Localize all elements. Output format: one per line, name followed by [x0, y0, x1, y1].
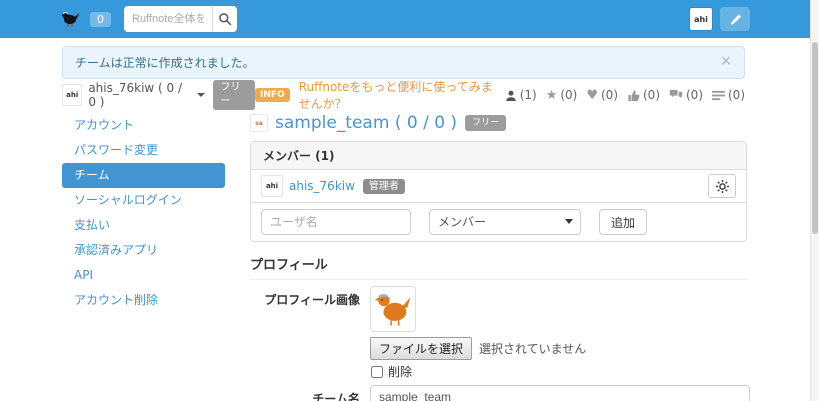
role-badge: 管理者	[363, 179, 405, 194]
star-icon: ★	[546, 89, 558, 102]
sidebar-item-password[interactable]: パスワード変更	[62, 138, 225, 163]
profile-image-preview	[370, 286, 416, 332]
content-columns: アカウント パスワード変更 チーム ソーシャルログイン 支払い 承認済みアプリ …	[62, 113, 819, 401]
delete-image-checkbox[interactable]	[371, 366, 383, 378]
user-avatar[interactable]: ahi	[690, 8, 712, 30]
profile-image-label: プロフィール画像	[250, 286, 360, 379]
team-name-row: チーム名 半角英数・ハイフン・アンダースコア・ピリオドで入力してください。(数字…	[250, 385, 747, 401]
add-member-button[interactable]: 追加	[599, 209, 647, 235]
profile-image-controls: ファイルを選択 選択されていません 削除	[370, 286, 586, 379]
likes-stat[interactable]: (0)	[627, 88, 660, 102]
delete-checkbox-row: 削除	[370, 364, 586, 379]
bird-logo-icon[interactable]	[60, 9, 82, 29]
add-member-row: メンバー 追加	[251, 202, 746, 241]
gear-icon	[716, 180, 729, 193]
search-button[interactable]	[212, 6, 237, 32]
scrollbar-thumb[interactable]	[812, 42, 818, 234]
team-plan-badge: フリー	[465, 115, 506, 131]
info-badge: INFO	[255, 88, 290, 102]
member-username-input[interactable]	[261, 209, 411, 235]
members-panel: メンバー (1) ahi ahis_76kiw 管理者	[250, 141, 747, 242]
hearts-stat[interactable]: ♥ (0)	[586, 88, 618, 102]
user-icon	[505, 89, 517, 102]
team-name-controls: 半角英数・ハイフン・アンダースコア・ピリオドで入力してください。(数字のみは不可…	[370, 385, 750, 401]
team-name-input[interactable]	[370, 385, 750, 401]
comment-icon	[669, 89, 683, 101]
member-avatar: ahi	[261, 175, 283, 197]
pencil-icon	[729, 13, 742, 26]
sidebar-item-api[interactable]: API	[62, 263, 225, 288]
alert-message: チームは正常に作成されました。	[75, 54, 255, 71]
team-avatar: sa	[250, 114, 268, 132]
member-settings-button[interactable]	[708, 174, 736, 198]
user-bar-right: INFO Ruffnoteをもっと便利に使ってみませんか？ (1) ★ (0) …	[255, 78, 745, 112]
sidebar-item-team[interactable]: チーム	[62, 163, 225, 188]
list-icon	[712, 90, 725, 101]
file-picker-row: ファイルを選択 選択されていません	[370, 337, 586, 360]
profile-section-heading: プロフィール	[250, 254, 747, 273]
team-title-row: sa sample_team ( 0 / 0 ) フリー	[250, 113, 747, 133]
sidebar-item-approved-apps[interactable]: 承認済みアプリ	[62, 238, 225, 263]
choose-file-button[interactable]: ファイルを選択	[370, 337, 472, 360]
sidebar-item-payment[interactable]: 支払い	[62, 213, 225, 238]
thumbs-up-icon	[627, 89, 640, 102]
sidebar-item-account[interactable]: アカウント	[62, 113, 225, 138]
settings-sidebar: アカウント パスワード変更 チーム ソーシャルログイン 支払い 承認済みアプリ …	[62, 113, 225, 313]
role-select[interactable]: メンバー	[429, 209, 581, 235]
stars-stat[interactable]: ★ (0)	[546, 88, 578, 102]
orange-bird-image	[373, 289, 413, 329]
page-title: sample_team ( 0 / 0 )	[275, 113, 457, 133]
user-bar: ahi ahis_76kiw ( 0 / 0 ) フリー INFO Ruffno…	[62, 85, 745, 105]
role-select-wrap: メンバー	[429, 209, 581, 235]
profile-image-row: プロフィール画像	[250, 286, 747, 379]
section-divider	[250, 279, 747, 280]
plan-badge: フリー	[213, 80, 254, 110]
user-avatar-small[interactable]: ahi	[62, 84, 82, 106]
comments-stat[interactable]: (0)	[669, 88, 703, 102]
navbar-right: ahi	[690, 7, 750, 31]
team-name-label: チーム名	[250, 385, 360, 401]
global-search	[124, 6, 237, 32]
chevron-down-icon	[197, 93, 205, 97]
new-note-button[interactable]	[720, 7, 750, 31]
members-panel-header: メンバー (1)	[251, 142, 746, 170]
sidebar-item-delete-account[interactable]: アカウント削除	[62, 288, 225, 313]
username-dropdown[interactable]: ahis_76kiw ( 0 / 0 )	[88, 81, 192, 109]
delete-checkbox-label: 削除	[388, 363, 412, 380]
file-status-text: 選択されていません	[479, 340, 586, 357]
page-scrollbar	[810, 0, 819, 401]
page: 0 ahi	[0, 0, 819, 401]
member-row: ahi ahis_76kiw 管理者	[251, 170, 746, 202]
search-icon	[218, 12, 232, 26]
notes-stat[interactable]: (0)	[712, 88, 745, 102]
heart-icon: ♥	[586, 89, 598, 102]
success-alert: チームは正常に作成されました。 ×	[62, 46, 745, 79]
main-panel: sa sample_team ( 0 / 0 ) フリー メンバー (1) ah…	[250, 113, 747, 401]
notification-count-badge[interactable]: 0	[90, 12, 111, 27]
followers-stat[interactable]: (1)	[505, 88, 537, 102]
promo-link[interactable]: Ruffnoteをもっと便利に使ってみませんか？	[299, 78, 496, 112]
sidebar-item-social-login[interactable]: ソーシャルログイン	[62, 188, 225, 213]
search-input[interactable]	[124, 6, 212, 32]
close-icon[interactable]: ×	[720, 54, 732, 68]
top-navbar: 0 ahi	[0, 0, 810, 38]
member-name-link[interactable]: ahis_76kiw	[289, 179, 355, 193]
